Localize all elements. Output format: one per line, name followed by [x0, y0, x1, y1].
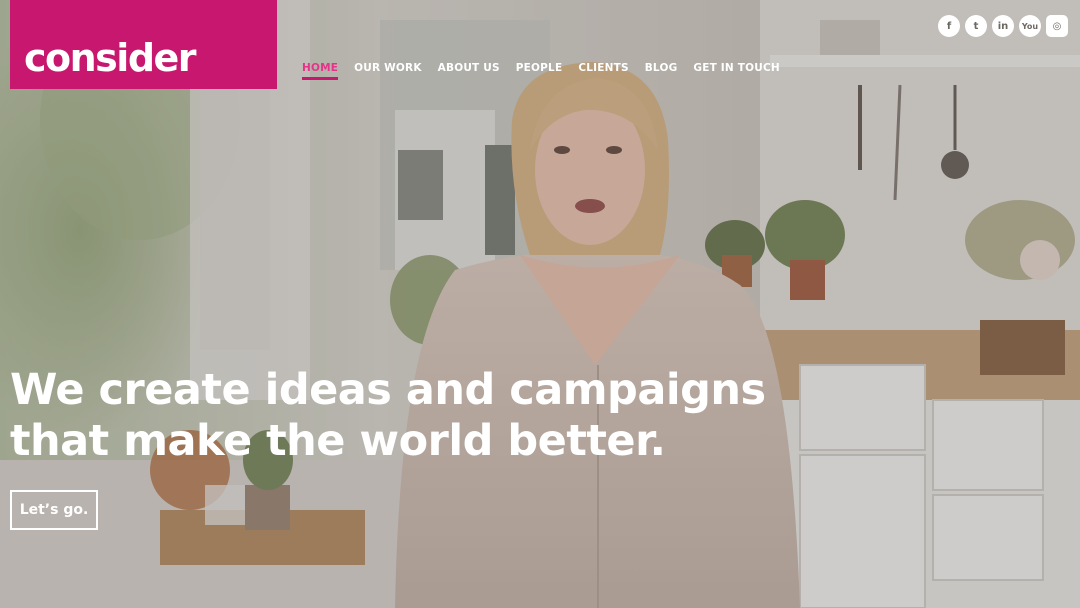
nav-item-home[interactable]: HOME	[302, 62, 339, 80]
instagram-icon[interactable]: ◎	[1046, 15, 1068, 37]
logo-text: consider	[24, 36, 197, 80]
nav-item-clients[interactable]: CLIENTS	[578, 62, 628, 80]
hero-headline: We create ideas and campaigns that make …	[10, 365, 770, 467]
nav-item-blog[interactable]: BLOG	[645, 62, 678, 80]
nav-item-people[interactable]: PEOPLE	[516, 62, 563, 80]
hero-overlay	[0, 0, 1080, 608]
lets-go-button[interactable]: Let’s go.	[10, 490, 98, 530]
facebook-icon[interactable]: f	[938, 15, 960, 37]
hero-headline-line2: that make the world better.	[10, 416, 666, 466]
social-links: f t in You ◎	[938, 15, 1068, 37]
twitter-icon[interactable]: t	[965, 15, 987, 37]
nav-item-our-work[interactable]: OUR WORK	[354, 62, 422, 80]
main-nav: HOME OUR WORK ABOUT US PEOPLE CLIENTS BL…	[302, 62, 780, 80]
hero-headline-line1: We create ideas and campaigns	[10, 365, 766, 415]
youtube-icon[interactable]: You	[1019, 15, 1041, 37]
nav-item-about-us[interactable]: ABOUT US	[438, 62, 500, 80]
linkedin-icon[interactable]: in	[992, 15, 1014, 37]
hero-section	[0, 0, 1080, 608]
nav-item-get-in-touch[interactable]: GET IN TOUCH	[693, 62, 779, 80]
logo[interactable]: consider	[10, 0, 277, 89]
